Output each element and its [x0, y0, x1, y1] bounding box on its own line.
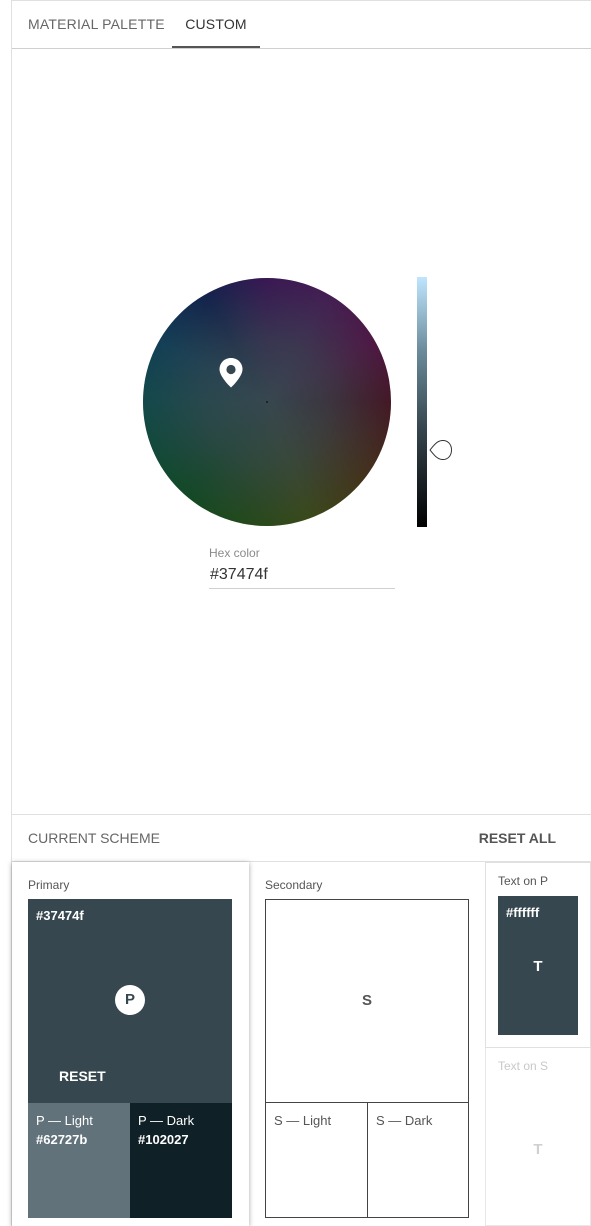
text-on-primary-card[interactable]: Text on P #ffffff T	[485, 862, 591, 1048]
primary-light-label: P — Light	[36, 1113, 93, 1128]
tab-bar: MATERIAL PALETTE CUSTOM	[12, 1, 591, 49]
text-on-primary-hex: #ffffff	[506, 905, 540, 920]
secondary-card[interactable]: Secondary S S — Light S — Dark	[249, 862, 485, 1226]
primary-dark-swatch[interactable]: P — Dark #102027	[130, 1103, 232, 1218]
current-scheme-title: CURRENT SCHEME	[28, 830, 160, 846]
text-on-primary-swatch[interactable]: #ffffff T	[498, 896, 578, 1035]
secondary-swatch[interactable]: S	[265, 899, 469, 1103]
secondary-label: Secondary	[265, 878, 323, 892]
text-on-secondary-label: Text on S	[498, 1059, 549, 1073]
secondary-dark-swatch[interactable]: S — Dark	[367, 1102, 469, 1218]
hex-color-label: Hex color	[209, 546, 260, 560]
brightness-slider[interactable]	[417, 277, 427, 527]
primary-swatch[interactable]: #37474f P RESET	[28, 899, 232, 1103]
hex-color-input[interactable]	[209, 561, 395, 589]
primary-letter-badge: P	[115, 985, 145, 1015]
current-scheme-header: CURRENT SCHEME RESET ALL	[12, 814, 591, 862]
secondary-light-swatch[interactable]: S — Light	[265, 1102, 368, 1218]
text-on-secondary-letter: T	[533, 1141, 543, 1158]
primary-label: Primary	[28, 878, 70, 892]
primary-dark-label: P — Dark	[138, 1113, 195, 1128]
active-tab-indicator	[172, 46, 260, 48]
secondary-light-label: S — Light	[274, 1113, 332, 1128]
tab-custom[interactable]: CUSTOM	[172, 1, 260, 49]
reset-all-button[interactable]: RESET ALL	[479, 830, 556, 846]
primary-hex: #37474f	[36, 908, 84, 923]
tab-material-palette[interactable]: MATERIAL PALETTE	[28, 1, 165, 49]
color-wheel-center-dot	[266, 401, 268, 403]
secondary-dark-label: S — Dark	[376, 1113, 433, 1128]
location-pin-icon[interactable]	[218, 357, 244, 389]
primary-light-swatch[interactable]: P — Light #62727b	[28, 1103, 130, 1218]
primary-light-hex: #62727b	[36, 1132, 88, 1147]
slider-handle-icon[interactable]	[428, 439, 454, 461]
text-on-primary-label: Text on P	[498, 874, 549, 888]
primary-dark-hex: #102027	[138, 1132, 189, 1147]
reset-button[interactable]: RESET	[59, 1068, 106, 1084]
text-on-secondary-card[interactable]: Text on S T	[485, 1048, 591, 1226]
secondary-letter: S	[361, 992, 372, 1009]
primary-card[interactable]: Primary #37474f P RESET P — Light #62727…	[12, 862, 249, 1226]
text-on-primary-letter: T	[533, 958, 543, 975]
